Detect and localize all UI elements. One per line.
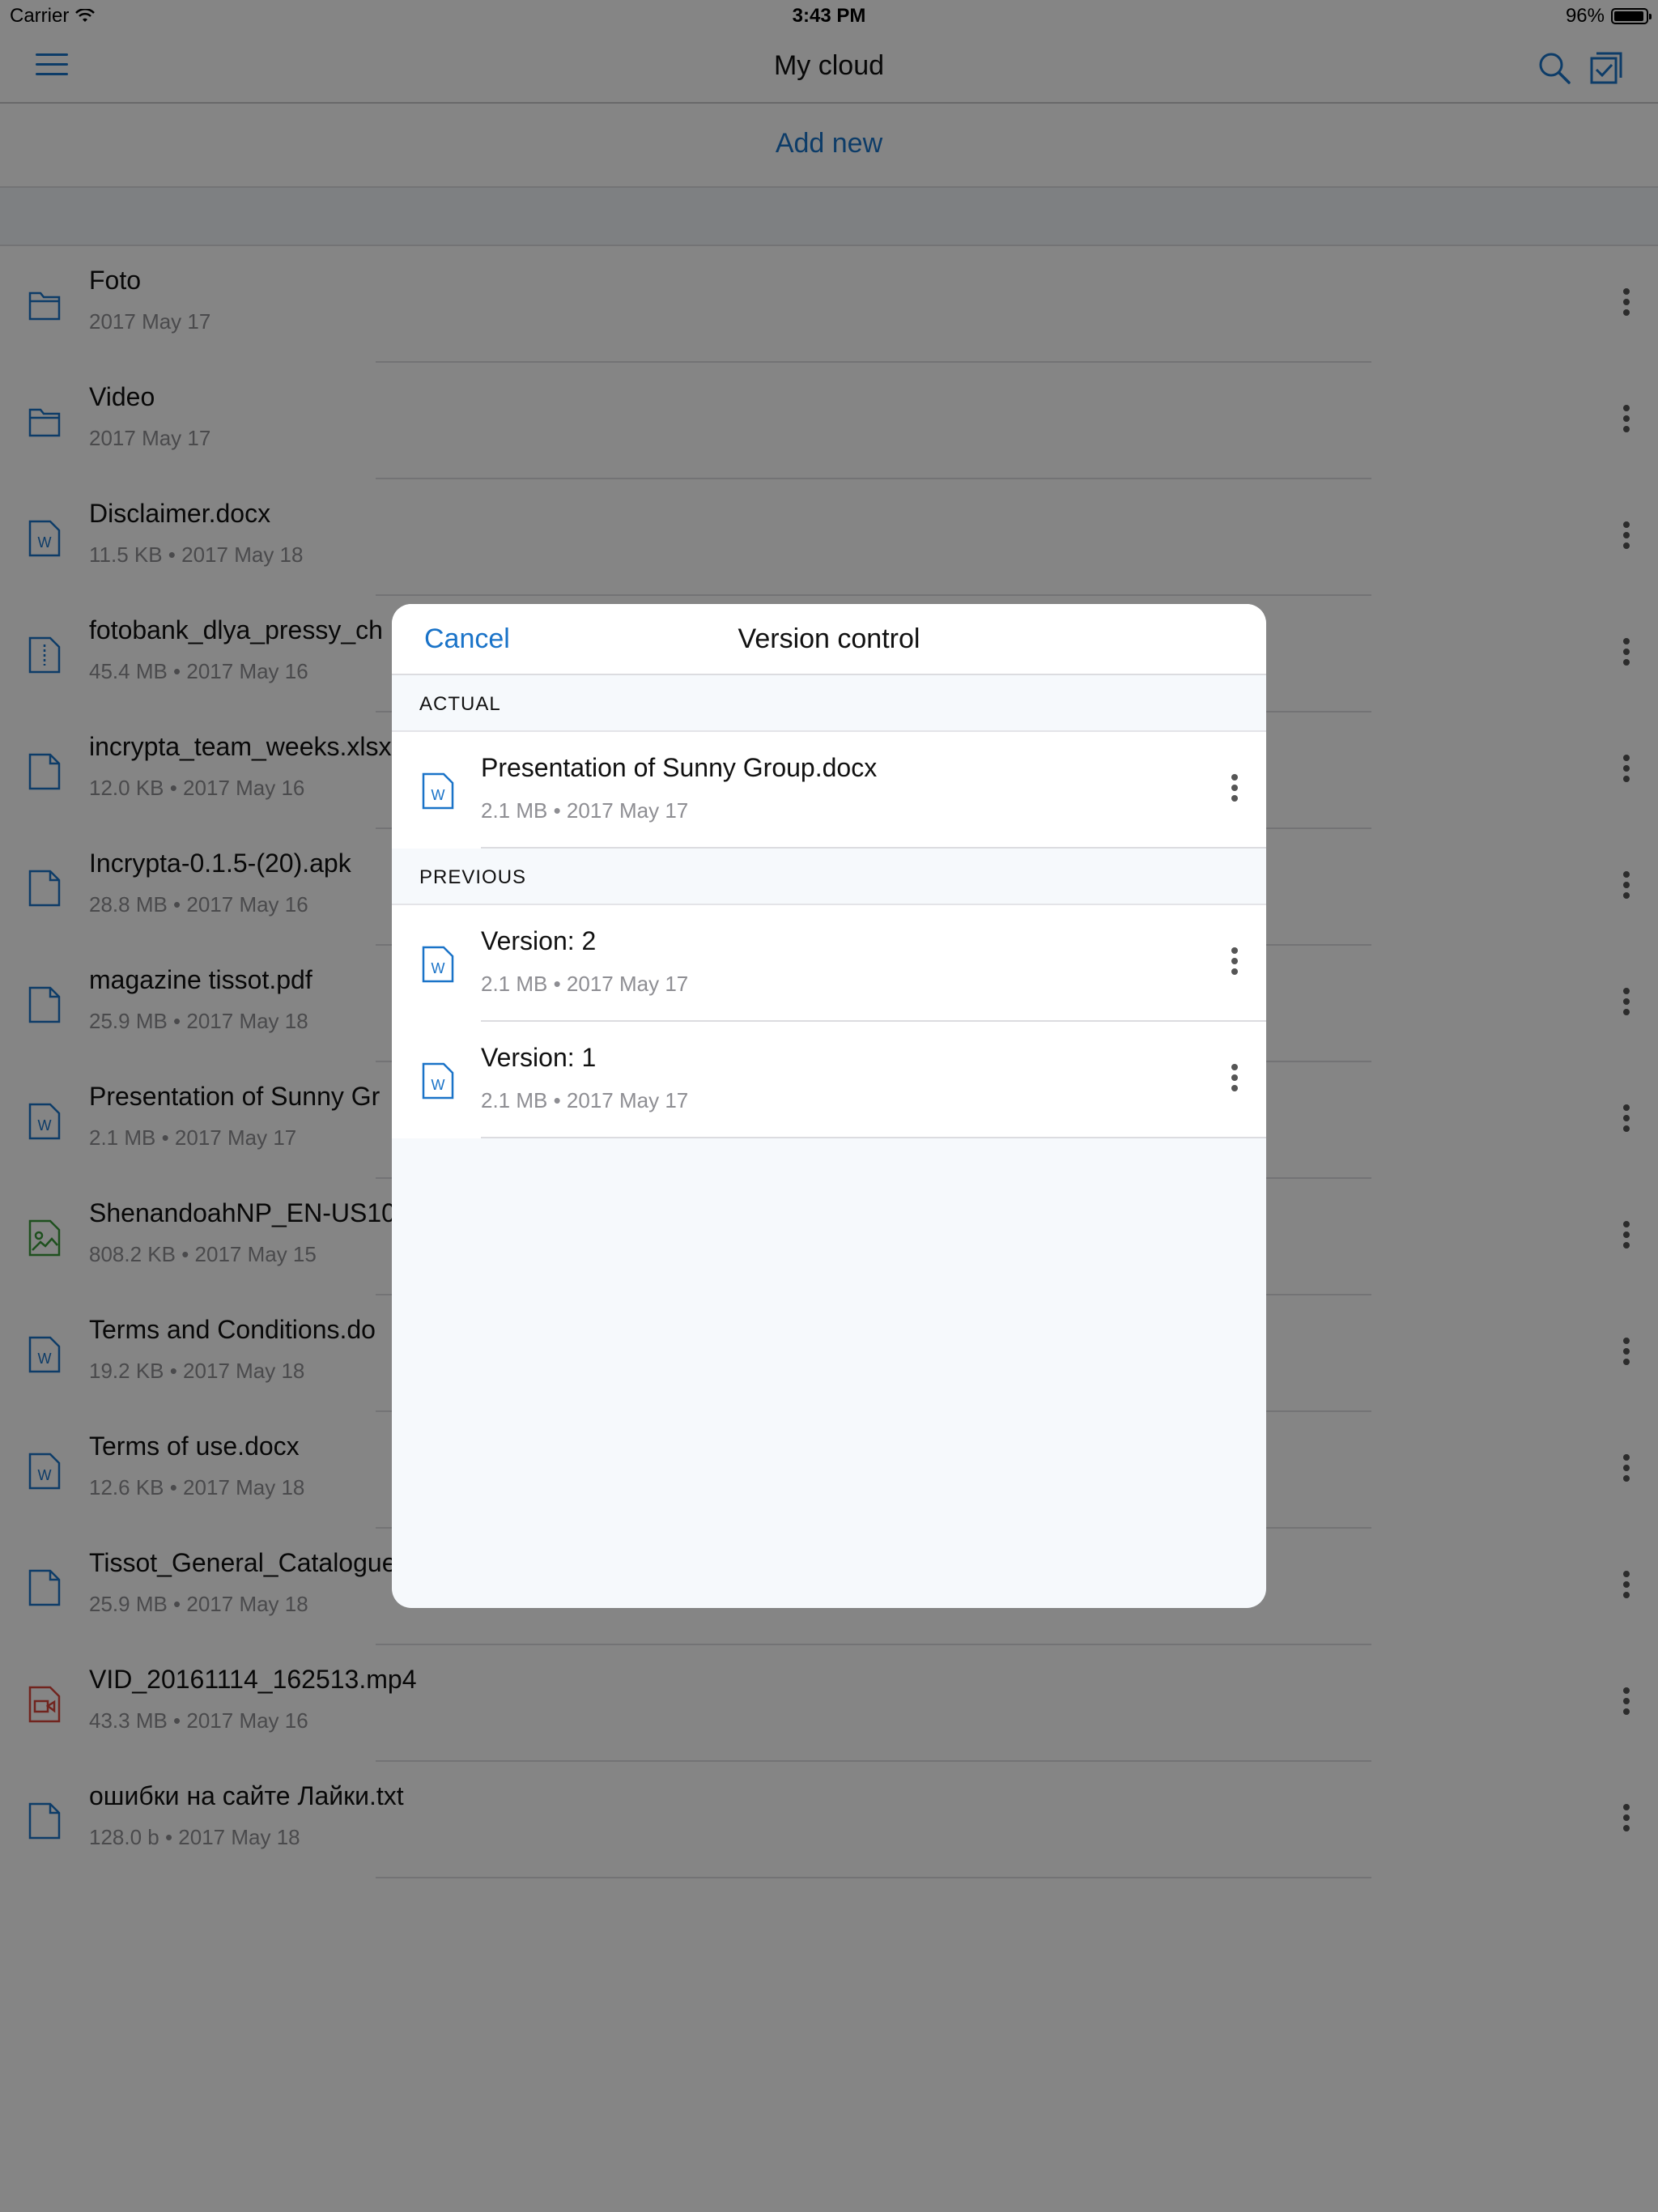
- dialog-header: Cancel Version control: [392, 604, 1266, 675]
- word-doc-icon: W: [422, 772, 454, 810]
- section-header-actual: ACTUAL: [392, 675, 1266, 732]
- svg-text:W: W: [432, 960, 445, 976]
- more-options-icon[interactable]: [1222, 1064, 1247, 1096]
- section-label: ACTUAL: [419, 693, 501, 715]
- more-options-icon[interactable]: [1222, 947, 1247, 980]
- word-doc-icon: W: [422, 946, 454, 983]
- file-name: Presentation of Sunny Group.docx: [481, 753, 878, 782]
- version-meta: 2.1 MB • 2017 May 17: [481, 1088, 689, 1112]
- row-divider: [481, 1137, 1266, 1138]
- svg-text:W: W: [432, 1077, 445, 1093]
- more-options-icon[interactable]: [1222, 774, 1247, 806]
- section-label: PREVIOUS: [419, 866, 527, 888]
- version-control-dialog: Cancel Version control ACTUAL W Presenta…: [392, 604, 1266, 1608]
- version-name: Version: 1: [481, 1043, 597, 1072]
- file-meta: 2.1 MB • 2017 May 17: [481, 798, 689, 823]
- section-header-previous: PREVIOUS: [392, 849, 1266, 905]
- word-doc-icon: W: [422, 1062, 454, 1100]
- version-row[interactable]: W Version: 2 2.1 MB • 2017 May 17: [392, 905, 1266, 1022]
- version-meta: 2.1 MB • 2017 May 17: [481, 972, 689, 996]
- version-name: Version: 2: [481, 926, 597, 955]
- svg-text:W: W: [432, 787, 445, 803]
- actual-version-row[interactable]: W Presentation of Sunny Group.docx 2.1 M…: [392, 732, 1266, 849]
- dialog-title: Version control: [738, 623, 920, 654]
- version-row[interactable]: W Version: 1 2.1 MB • 2017 May 17: [392, 1022, 1266, 1138]
